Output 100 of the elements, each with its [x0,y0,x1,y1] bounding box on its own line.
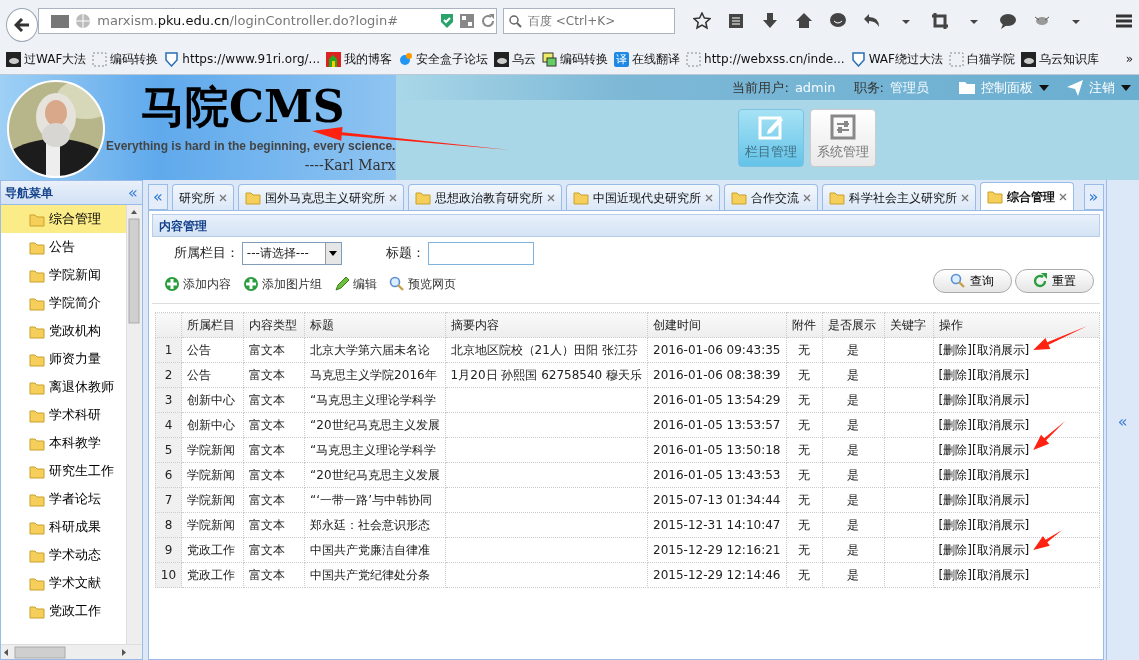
delete-link[interactable]: [删除] [938,468,972,482]
row-number: 7 [155,487,182,513]
search-field[interactable]: 百度 <Ctrl+K> [503,8,675,34]
sidebar-item[interactable]: 科研成果 [1,513,126,541]
toolbar-button[interactable]: 添加图片组 [242,275,322,293]
bookmark-link[interactable]: 白猫学院 [949,50,1015,68]
hide-link[interactable]: [取消展示] [971,468,1030,482]
toolbar-button[interactable]: 预览网页 [388,275,456,293]
more-bookmarks-button[interactable]: » [1125,50,1133,68]
bookmark-link[interactable]: 编码转换 [92,50,159,68]
module-button[interactable]: 系统管理 [810,109,876,167]
sidebar-item[interactable]: 学院简介 [1,289,126,317]
tab[interactable]: 研究所 [171,184,234,210]
toolbar-button[interactable]: 编辑 [333,275,377,293]
close-icon[interactable] [388,193,397,202]
delete-link[interactable]: [删除] [938,393,972,407]
sidebar-item[interactable]: 本科教学 [1,429,126,457]
hide-link[interactable]: [取消展示] [971,368,1030,382]
menu-icon[interactable] [1115,12,1133,30]
tab[interactable]: 科学社会主义研究所 [821,184,976,210]
home-icon[interactable] [795,12,813,30]
close-icon[interactable] [960,193,969,202]
category-select[interactable]: ---请选择--- [241,241,342,265]
bookmark-link[interactable]: 过WAF大法 [6,50,87,68]
crop-icon[interactable] [931,12,949,30]
close-icon[interactable] [704,193,713,202]
delete-link[interactable]: [删除] [938,518,972,532]
bookmark-link[interactable]: 我的博客 [326,50,393,68]
sidebar-item[interactable]: 离退休教师 [1,373,126,401]
tab[interactable]: 思想政治教育研究所 [407,184,562,210]
close-icon[interactable] [802,193,811,202]
delete-link[interactable]: [删除] [938,368,972,382]
reading-list-icon[interactable] [727,12,745,30]
chat-smile-icon[interactable] [829,12,847,30]
tab[interactable]: 合作交流 [723,184,818,210]
close-icon[interactable] [1058,192,1067,201]
hide-link[interactable]: [取消展示] [971,543,1030,557]
bookmark-link[interactable]: 安全盒子论坛 [398,50,489,68]
tab[interactable]: 综合管理 [979,182,1074,210]
tab[interactable]: 国外马克思主义研究所 [237,184,404,210]
speech-bubble-icon[interactable] [999,12,1017,30]
scrollbar[interactable] [1,644,142,659]
sidebar-item[interactable]: 研究生工作 [1,457,126,485]
scrollbar[interactable] [125,205,142,644]
tab[interactable]: 中国近现代史研究所 [565,184,720,210]
delete-link[interactable]: [删除] [938,343,972,357]
table-cell: 富文本 [243,387,305,413]
reload-icon[interactable] [480,13,496,29]
bookmark-link[interactable]: https://www.91ri.org/... [164,50,321,68]
sidebar-item[interactable]: 学术文献 [1,569,126,597]
delete-link[interactable]: [删除] [938,568,972,582]
reset-button[interactable]: 重置 [1014,269,1094,293]
table-cell: “马克思主义理论学科学 [304,437,446,463]
back-arrow-icon [14,18,31,32]
tab-scroll-button[interactable]: « [147,184,168,210]
bookmark-link[interactable]: 编码转换 [542,50,609,68]
delete-link[interactable]: [删除] [938,493,972,507]
hide-link[interactable]: [取消展示] [971,343,1030,357]
sidebar-item[interactable]: 党政工作 [1,597,126,625]
hide-link[interactable]: [取消展示] [971,518,1030,532]
sidebar-item[interactable]: 学术动态 [1,541,126,569]
bookmark-link[interactable]: 乌云知识库 [1021,50,1099,68]
sidebar-item[interactable]: 学术科研 [1,401,126,429]
hide-link[interactable]: [取消展示] [971,418,1030,432]
sidebar-item[interactable]: 公告 [1,233,126,261]
table-cell: 学院新闻 [181,462,244,488]
hide-link[interactable]: [取消展示] [971,443,1030,457]
sliders-icon [830,114,856,141]
close-icon[interactable] [546,193,555,202]
download-icon[interactable] [761,12,779,30]
sidebar-item[interactable]: 师资力量 [1,345,126,373]
query-button[interactable]: 查询 [932,269,1012,293]
annotation-arrow [1033,421,1066,450]
bookmark-link[interactable]: http://webxss.cn/inde... [686,50,845,68]
close-icon[interactable] [218,193,227,202]
hide-link[interactable]: [取消展示] [971,568,1030,582]
sidebar-item[interactable]: 学者论坛 [1,485,126,513]
table-cell: 北京大学第六届未名论 [304,337,446,363]
table-cell: 学院新闻 [181,512,244,538]
hide-link[interactable]: [取消展示] [971,393,1030,407]
tab-scroll-button[interactable]: » [1083,184,1104,210]
row-number: 10 [155,562,182,588]
delete-link[interactable]: [删除] [938,418,972,432]
sidebar-item[interactable]: 学院新闻 [1,261,126,289]
delete-link[interactable]: [删除] [938,543,972,557]
user-name: admin [794,78,836,97]
back-button[interactable] [6,8,39,42]
star-icon[interactable] [693,12,711,30]
bookmark-link[interactable]: 乌云 [494,50,537,68]
bookmark-link[interactable]: WAF绕过大法 [850,50,943,68]
bookmark-link[interactable]: 译 在线翻译 [614,50,681,68]
sidebar-item[interactable]: 综合管理 [1,205,126,233]
delete-link[interactable]: [删除] [938,443,972,457]
title-field[interactable] [427,241,534,265]
toolbar-button[interactable]: 添加内容 [163,275,231,293]
hide-link[interactable]: [取消展示] [971,493,1030,507]
shield-icon [850,51,866,67]
table-cell: 中国共产党纪律处分条 [304,562,446,588]
sidebar-item[interactable]: 党政机构 [1,317,126,345]
address-bar[interactable]: marxism.pku.edu.cn/loginController.do?login# [38,8,497,34]
